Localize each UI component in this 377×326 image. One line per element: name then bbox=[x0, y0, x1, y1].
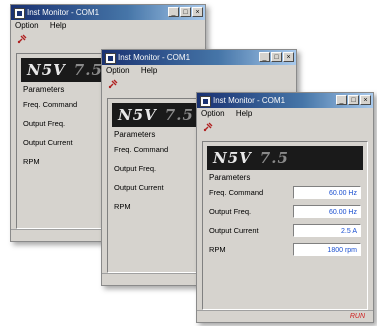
minimize-button[interactable]: _ bbox=[336, 95, 347, 105]
minimize-button[interactable]: _ bbox=[168, 7, 179, 17]
connect-icon[interactable] bbox=[203, 122, 213, 132]
freq-command-value: 60.00 Hz bbox=[293, 186, 361, 199]
close-button[interactable]: × bbox=[360, 95, 371, 105]
brand-logo: N5V 7.5 bbox=[207, 146, 363, 170]
connect-icon[interactable] bbox=[108, 79, 118, 89]
maximize-button[interactable]: □ bbox=[180, 7, 191, 17]
close-button[interactable]: × bbox=[283, 52, 294, 62]
output-freq-value: 60.00 Hz bbox=[293, 205, 361, 218]
param-label: Output Freq. bbox=[114, 164, 157, 173]
maximize-button[interactable]: □ bbox=[271, 52, 282, 62]
menu-help[interactable]: Help bbox=[141, 66, 157, 75]
param-row: Freq. Command 60.00 Hz bbox=[203, 184, 367, 203]
menu-bar: Option Help bbox=[197, 108, 373, 120]
parameters-heading: Parameters bbox=[209, 173, 251, 182]
param-label: Output Current bbox=[209, 226, 259, 235]
toolbar bbox=[11, 32, 205, 46]
menu-bar: Option Help bbox=[102, 65, 296, 77]
maximize-button[interactable]: □ bbox=[348, 95, 359, 105]
menu-help[interactable]: Help bbox=[236, 109, 252, 118]
param-label: RPM bbox=[23, 157, 40, 166]
param-label: Freq. Command bbox=[209, 188, 264, 197]
connect-icon[interactable] bbox=[17, 34, 27, 44]
monitor-panel: N5V 7.5 Parameters Freq. Command 60.00 Hz… bbox=[202, 141, 368, 310]
param-label: Output Freq. bbox=[209, 207, 252, 216]
param-label: RPM bbox=[114, 202, 131, 211]
output-current-value: 2.5 A bbox=[293, 224, 361, 237]
toolbar bbox=[102, 77, 296, 91]
param-label: Output Current bbox=[114, 183, 164, 192]
title-bar[interactable]: Inst Monitor - COM1 _ □ × bbox=[102, 50, 296, 65]
param-row: Output Current 2.5 A bbox=[203, 222, 367, 241]
param-row: RPM 1800 rpm bbox=[203, 241, 367, 260]
toolbar bbox=[197, 120, 373, 134]
app-icon bbox=[105, 53, 116, 64]
menu-option[interactable]: Option bbox=[106, 66, 130, 75]
title-bar[interactable]: Inst Monitor - COM1 _ □ × bbox=[11, 5, 205, 20]
param-row: Output Freq. 60.00 Hz bbox=[203, 203, 367, 222]
param-label: RPM bbox=[209, 245, 226, 254]
param-label: Output Freq. bbox=[23, 119, 66, 128]
app-icon bbox=[200, 96, 211, 107]
window-title: Inst Monitor - COM1 bbox=[27, 8, 100, 17]
minimize-button[interactable]: _ bbox=[259, 52, 270, 62]
menu-option[interactable]: Option bbox=[201, 109, 225, 118]
param-label: Output Current bbox=[23, 138, 73, 147]
param-label: Freq. Command bbox=[23, 100, 78, 109]
close-button[interactable]: × bbox=[192, 7, 203, 17]
menu-bar: Option Help bbox=[11, 20, 205, 32]
param-label: Freq. Command bbox=[114, 145, 169, 154]
app-icon bbox=[14, 8, 25, 19]
window-title: Inst Monitor - COM1 bbox=[213, 96, 286, 105]
rpm-value: 1800 rpm bbox=[293, 243, 361, 256]
monitor-window-front[interactable]: Inst Monitor - COM1 _ □ × Option Help N5… bbox=[196, 92, 374, 323]
window-title: Inst Monitor - COM1 bbox=[118, 53, 191, 62]
status-bar: RUN bbox=[197, 310, 373, 322]
menu-help[interactable]: Help bbox=[50, 21, 66, 30]
menu-option[interactable]: Option bbox=[15, 21, 39, 30]
title-bar[interactable]: Inst Monitor - COM1 _ □ × bbox=[197, 93, 373, 108]
run-status-indicator: RUN bbox=[349, 313, 365, 320]
